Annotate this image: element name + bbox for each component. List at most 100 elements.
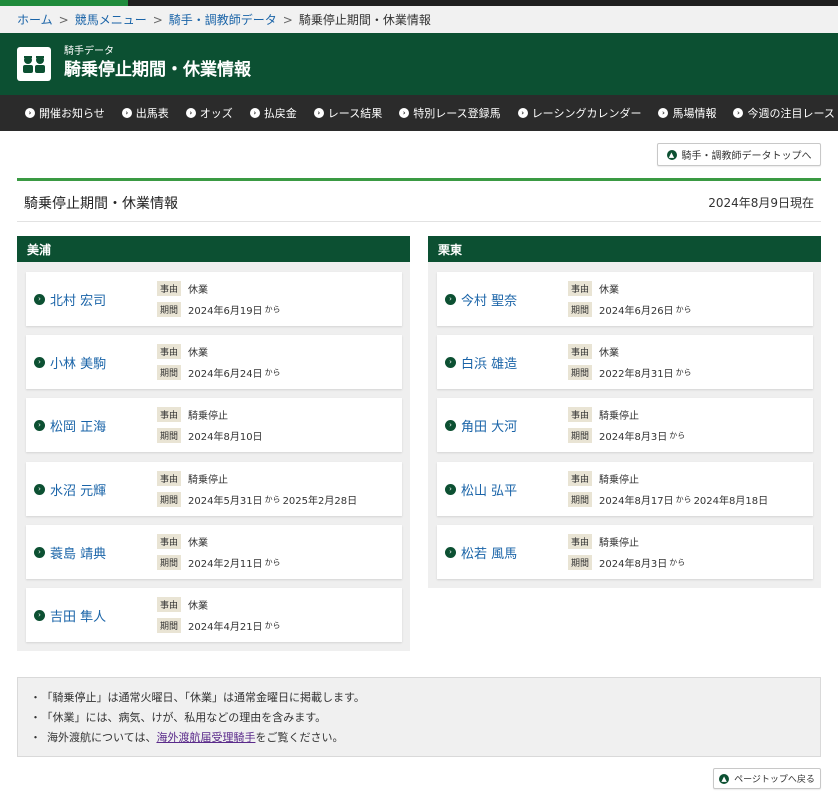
chevron-right-icon: › [185,108,196,118]
chevron-right-icon: > [58,12,69,27]
jockey-name: 吉田 隼人 [50,609,107,625]
reason-tag: 事由 [568,344,593,359]
period-start: 2022年8月31日 [599,369,674,380]
period-tag: 期間 [568,555,593,570]
chevron-right-icon: › [445,483,456,495]
nav-item-racing-calendar[interactable]: › レーシングカレンダー [517,105,641,121]
nav-item-odds[interactable]: › オッズ [185,105,233,121]
ritto-panel: 栗東 › 今村 聖奈 事由 休業 期間 2024年6月26日 から › 白浜 雄造 事由休… [428,236,821,588]
note-text: 海外渡航については、 [47,731,157,744]
chevron-up-icon: ▲ [719,773,730,784]
jockey-name: 角田 大河 [461,419,518,435]
period-tag: 期間 [157,365,182,380]
nav-item-label: レース結果 [327,107,383,120]
kara-text: から [264,305,281,314]
nav-item-kaisai[interactable]: › 開催お知らせ [25,105,105,121]
kara-text: から [264,558,281,567]
breadcrumb-jockey-data[interactable]: 騎手・調教師データ [169,11,277,28]
jockey-link[interactable]: › 白浜 雄造 [445,335,517,389]
reason-value: 休業 [188,285,209,296]
jockey-link[interactable]: › 小林 美駒 [34,335,106,389]
nav-item-haraimodoshi[interactable]: › 払戻金 [249,105,297,121]
chevron-right-icon: › [34,609,45,621]
jockey-name: 北村 宏司 [50,293,107,309]
nav-item-label: 特別レース登録馬 [413,107,501,120]
jockey-link[interactable]: › 今村 聖奈 [445,272,517,326]
nav-item-special-race[interactable]: › 特別レース登録馬 [399,105,501,121]
reason-tag: 事由 [157,597,182,612]
breadcrumb-current: 騎乗停止期間・休業情報 [298,13,431,27]
jockey-data-top-button[interactable]: ▲ 騎手・調教師データトップへ [657,143,821,166]
chevron-right-icon: › [25,108,35,118]
period-start: 2024年8月3日 [599,432,668,443]
reason-value: 休業 [188,348,209,359]
list-item: › 白浜 雄造 事由 休業 期間 2022年8月31日 から [437,335,813,389]
list-item: › 松岡 正海 事由 騎乗停止 期間 2024年8月10日 [26,398,402,452]
breadcrumb-keiba-menu[interactable]: 競馬メニュー [75,11,147,28]
jockey-link[interactable]: › 角田 大河 [445,398,517,452]
chevron-right-icon: › [658,108,669,118]
jockey-link[interactable]: › 北村 宏司 [34,272,106,326]
note-bullet: ・ [30,691,41,704]
reason-tag: 事由 [157,407,182,422]
chevron-right-icon: › [445,546,456,558]
chevron-right-icon: › [445,356,456,368]
jockey-link[interactable]: › 蓑島 靖典 [34,525,106,579]
list-item: › 水沼 元輝 事由 騎乗停止 期間 2024年5月31日 から 2025年2月28日 [26,462,402,516]
jockey-link[interactable]: › 水沼 元輝 [34,462,106,516]
chevron-right-icon: › [34,483,45,495]
jockey-icon [17,47,51,81]
period-tag: 期間 [157,492,182,507]
nav-item-track-info[interactable]: › 馬場情報 [658,105,716,121]
period-start: 2024年6月19日 [188,306,263,317]
reason-tag: 事由 [157,281,182,296]
note-text: 「騎乗停止」は通常火曜日、「休業」は通常金曜日に掲載します。 [47,691,365,704]
chevron-right-icon: › [34,546,45,558]
period-start: 2024年8月3日 [599,559,668,570]
reason-value: 休業 [599,285,620,296]
period-tag: 期間 [568,365,593,380]
jockey-link[interactable]: › 松岡 正海 [34,398,106,452]
reason-value: 騎乗停止 [599,411,640,422]
nav-item-featured-race[interactable]: › 今週の注目レース [733,105,835,121]
nav-item-shutsuba[interactable]: › 出馬表 [121,105,169,121]
as-of-date: 2024年8月9日現在 [708,196,814,210]
back-to-top-button[interactable]: ▲ ページトップへ戻る [713,768,821,789]
jockey-link[interactable]: › 松若 風馬 [445,525,517,579]
jockey-name: 松山 弘平 [461,483,518,499]
nav-item-label: オッズ [199,107,233,120]
chevron-right-icon: › [249,108,260,118]
ritto-panel-title: 栗東 [428,236,821,262]
nav-item-label: 開催お知らせ [39,107,105,120]
period-tag: 期間 [568,302,593,317]
jockey-link[interactable]: › 松山 弘平 [445,462,517,516]
jockey-name: 松若 風馬 [461,546,518,562]
breadcrumb-home[interactable]: ホーム [17,11,53,28]
overseas-jockeys-link[interactable]: 海外渡航届受理騎手 [156,731,255,744]
list-item: › 吉田 隼人 事由 休業 期間 2024年4月21日 から [26,588,402,642]
jockey-name: 水沼 元輝 [50,483,107,499]
nav-item-label: 今週の注目レース [747,107,835,120]
page-header: 騎手データ 騎乗停止期間・休業情報 [0,33,838,95]
reason-value: 休業 [188,538,209,549]
chevron-right-icon: › [313,108,324,118]
reason-tag: 事由 [568,281,593,296]
back-to-top-label: ページトップへ戻る [734,775,815,785]
chevron-right-icon: › [34,356,45,368]
nav-item-label: 馬場情報 [672,107,717,120]
note-bullet: ・ [30,731,41,744]
chevron-up-icon: ▲ [666,149,677,160]
jockey-link[interactable]: › 吉田 隼人 [34,588,106,642]
chevron-right-icon: › [399,108,410,118]
chevron-right-icon: › [445,293,456,305]
period-start: 2024年8月10日 [188,432,263,443]
nav-item-race-results[interactable]: › レース結果 [313,105,383,121]
reason-tag: 事由 [568,471,593,486]
note-item: ・「休業」には、病気、けが、私用などの理由を含みます。 [30,708,820,728]
list-item: › 小林 美駒 事由 休業 期間 2024年6月24日 から [26,335,402,389]
jockey-name: 松岡 正海 [50,419,107,435]
divider [17,178,821,181]
note-item: ・海外渡航については、海外渡航届受理騎手をご覧ください。 [30,728,820,748]
jockey-name: 白浜 雄造 [461,356,518,372]
notes-box: ・「騎乗停止」は通常火曜日、「休業」は通常金曜日に掲載します。 ・「休業」には、… [17,677,821,757]
